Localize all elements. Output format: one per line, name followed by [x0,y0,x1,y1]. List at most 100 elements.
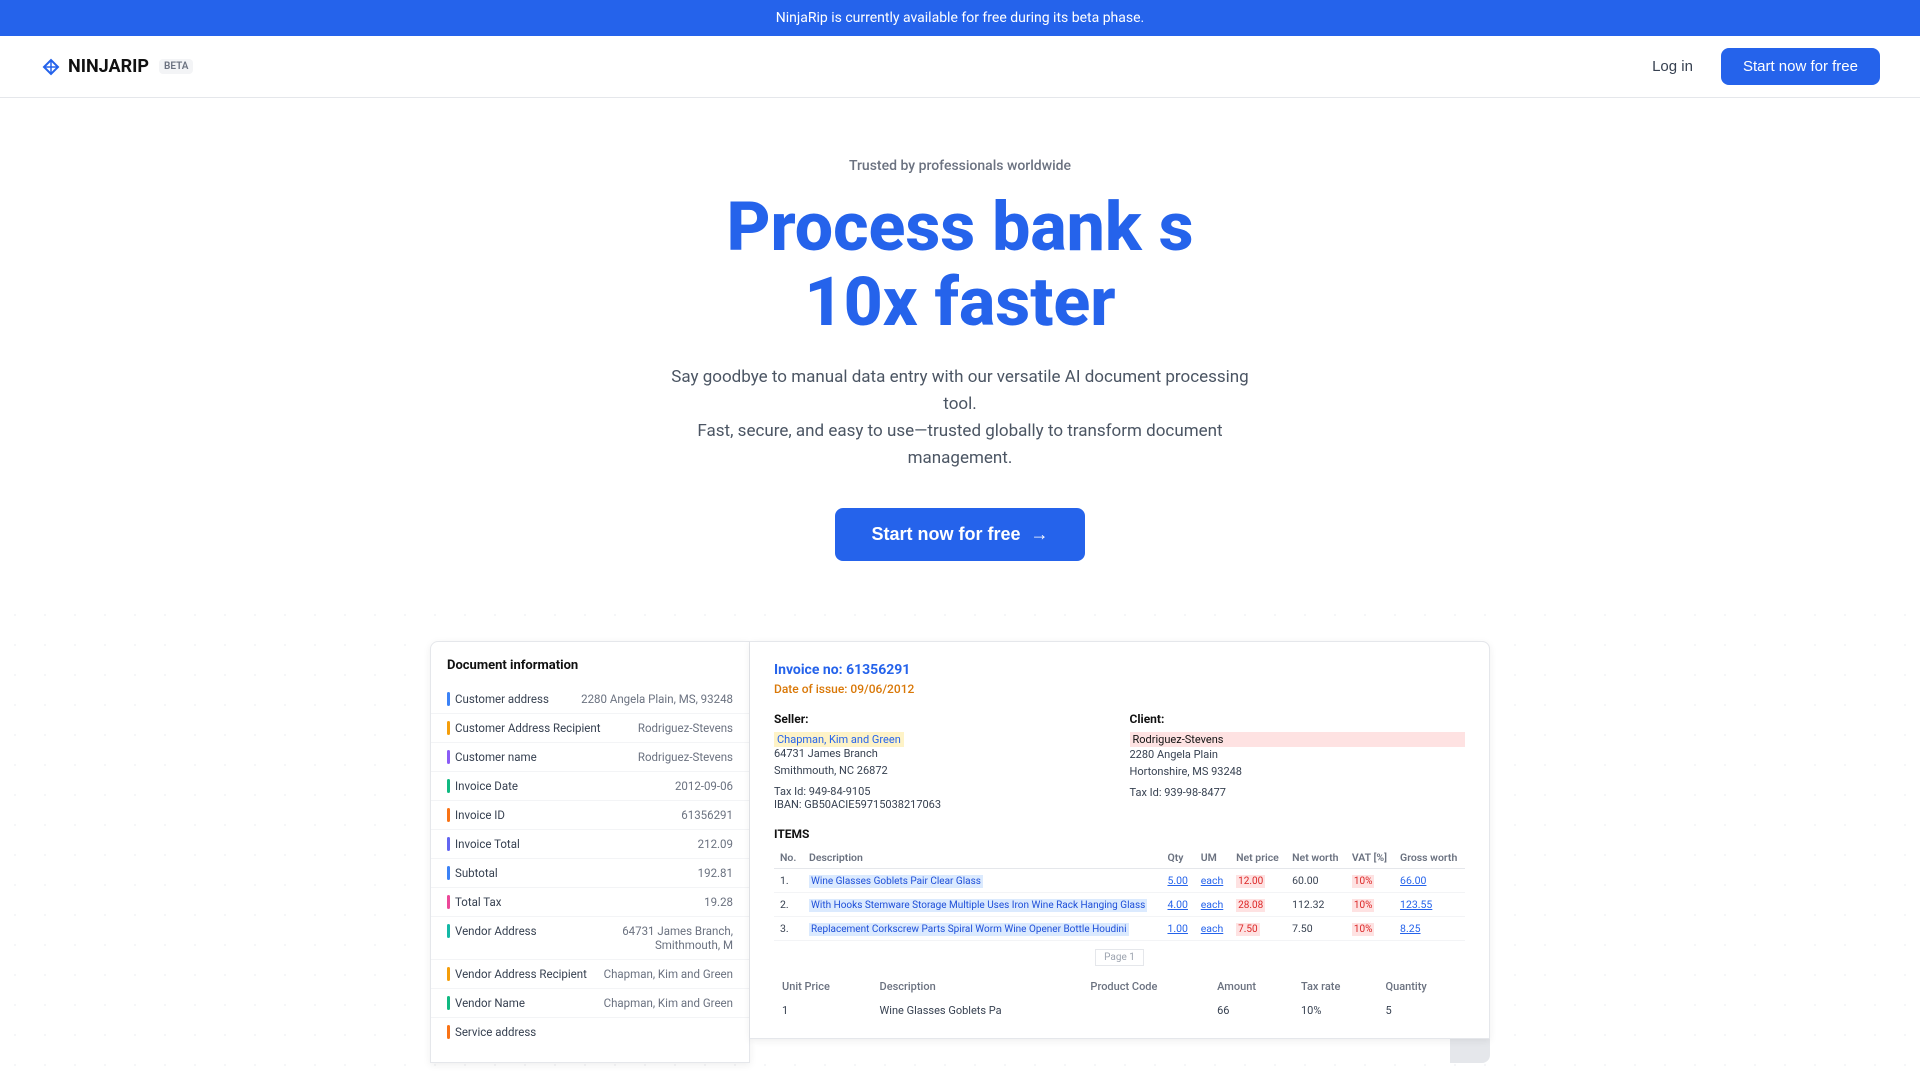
bottom-col-header: Product Code [1082,974,1209,999]
item-net-price: 28.08 [1230,893,1286,917]
item-net-price: 12.00 [1230,869,1286,893]
field-value: 212.09 [698,837,733,851]
item-qty: 1.00 [1161,917,1194,941]
bottom-cell [1082,999,1209,1022]
invoice-parties: Seller: Chapman, Kim and Green 64731 Jam… [774,712,1465,811]
doc-field: Invoice Total 212.09 [431,830,749,859]
invoice-panel: Invoice no: 61356291 Date of issue: 09/0… [750,641,1490,1039]
client-address: 2280 Angela Plain Hortonshire, MS 93248 [1130,747,1466,780]
item-net-worth: 60.00 [1286,869,1346,893]
item-vat: 10% [1346,917,1394,941]
doc-field: Customer Address Recipient Rodriguez-Ste… [431,714,749,743]
seller-tax: Tax Id: 949-84-9105 IBAN: GB50ACIE597150… [774,785,1110,811]
logo-icon [40,56,62,78]
logo-text: NINJARIP [68,56,149,77]
table-row: 3. Replacement Corkscrew Parts Spiral Wo… [774,917,1465,941]
hero-desc-line2: Fast, secure, and easy to use—trusted gl… [697,421,1222,468]
bottom-table: Unit PriceDescriptionProduct CodeAmountT… [774,974,1465,1022]
field-label: Vendor Address [447,924,537,938]
client-name: Rodriguez-Stevens [1130,732,1466,747]
field-value: Chapman, Kim and Green [604,996,733,1010]
bottom-cell: 66 [1209,999,1293,1022]
items-title: ITEMS [774,827,1465,841]
cta-label: Start now for free [871,524,1020,545]
column-header: Net price [1230,847,1286,869]
column-header: No. [774,847,803,869]
item-vat: 10% [1346,893,1394,917]
start-button-nav[interactable]: Start now for free [1721,48,1880,85]
bottom-col-header: Amount [1209,974,1293,999]
doc-field: Invoice Date 2012-09-06 [431,772,749,801]
start-button-hero[interactable]: Start now for free → [835,508,1084,561]
bottom-cell: Wine Glasses Goblets Pa [872,999,1083,1022]
field-label: Vendor Address Recipient [447,967,587,981]
item-gross: 66.00 [1394,869,1465,893]
logo-link[interactable]: NINJARIP BETA [40,56,193,78]
field-label: Subtotal [447,866,498,880]
hero-desc-line1: Say goodbye to manual data entry with ou… [671,367,1248,414]
bottom-col-header: Unit Price [774,974,872,999]
invoice-date: Date of issue: 09/06/2012 [774,682,1465,696]
column-header: Gross worth [1394,847,1465,869]
page-indicator: Page 1 [774,949,1465,966]
field-value: 2012-09-06 [675,779,733,793]
login-button[interactable]: Log in [1640,50,1705,83]
doc-panel: Document information Customer address 22… [430,641,750,1063]
field-value: Chapman, Kim and Green [604,967,733,981]
invoice-no-value: 61356291 [846,662,910,678]
column-header: VAT [%] [1346,847,1394,869]
hero-title-line2: 10x faster [804,262,1115,342]
doc-field: Subtotal 192.81 [431,859,749,888]
item-um: each [1195,893,1230,917]
column-header: UM [1195,847,1230,869]
preview-area: Document information Customer address 22… [410,641,1510,1063]
client-label: Client: [1130,712,1466,726]
invoice-no: Invoice no: 61356291 [774,662,1465,678]
doc-field: Vendor Address Recipient Chapman, Kim an… [431,960,749,989]
field-label: Customer address [447,692,549,706]
bottom-cell: 10% [1293,999,1378,1022]
item-gross: 123.55 [1394,893,1465,917]
table-row: 1. Wine Glasses Goblets Pair Clear Glass… [774,869,1465,893]
hero-description: Say goodbye to manual data entry with ou… [660,364,1260,473]
column-header: Qty [1161,847,1194,869]
field-value: 192.81 [698,866,733,880]
banner-text: NinjaRip is currently available for free… [776,10,1144,26]
doc-panel-title: Document information [431,658,749,685]
hero-section: Trusted by professionals worldwide Proce… [0,98,1920,601]
field-label: Customer Address Recipient [447,721,600,735]
client-tax: Tax Id: 939-98-8477 [1130,786,1466,799]
doc-field: Vendor Address 64731 James Branch, Smith… [431,917,749,960]
seller-address: 64731 James Branch Smithmouth, NC 26872 [774,746,1110,779]
field-label: Invoice Total [447,837,520,851]
field-value: 2280 Angela Plain, MS, 93248 [581,692,733,706]
doc-field: Customer address 2280 Angela Plain, MS, … [431,685,749,714]
field-label: Customer name [447,750,537,764]
invoice-date-value: 09/06/2012 [850,682,914,696]
table-row: 2. With Hooks Stemware Storage Multiple … [774,893,1465,917]
doc-field: Vendor Name Chapman, Kim and Green [431,989,749,1018]
items-table: No.DescriptionQtyUMNet priceNet worthVAT… [774,847,1465,941]
column-header: Description [803,847,1161,869]
field-value: 61356291 [681,808,733,822]
field-label: Service address [447,1025,536,1039]
invoice-no-label: Invoice no: [774,662,843,678]
item-vat: 10% [1346,869,1394,893]
doc-field: Total Tax 19.28 [431,888,749,917]
field-value: 64731 James Branch, Smithmouth, M [573,924,733,952]
column-header: Net worth [1286,847,1346,869]
bottom-table-row: 1Wine Glasses Goblets Pa6610%5 [774,999,1465,1022]
doc-field: Invoice ID 61356291 [431,801,749,830]
field-value: 19.28 [704,895,733,909]
hero-title: Process bank s 10x faster [20,190,1900,340]
hero-subtitle: Trusted by professionals worldwide [20,158,1900,174]
bottom-col-header: Tax rate [1293,974,1378,999]
bottom-col-header: Quantity [1378,974,1465,999]
field-value: Rodriguez-Stevens [638,721,733,735]
field-label: Invoice ID [447,808,505,822]
seller-section: Seller: Chapman, Kim and Green 64731 Jam… [774,712,1110,811]
item-net-worth: 7.50 [1286,917,1346,941]
field-label: Vendor Name [447,996,525,1010]
item-net-worth: 112.32 [1286,893,1346,917]
item-um: each [1195,917,1230,941]
